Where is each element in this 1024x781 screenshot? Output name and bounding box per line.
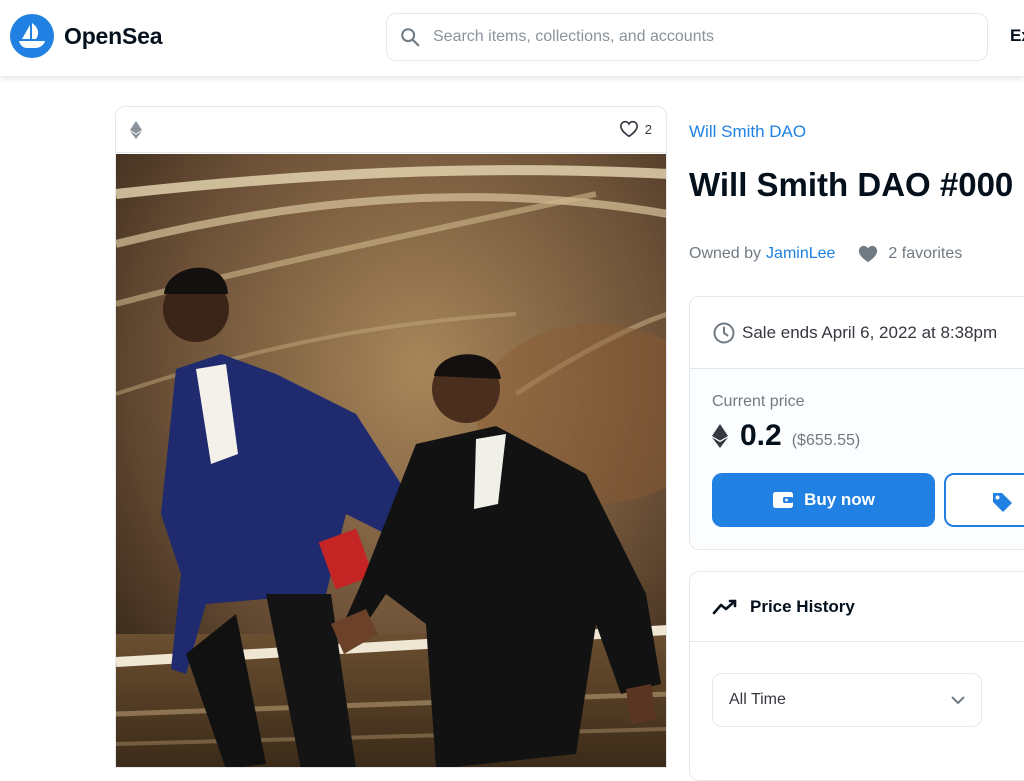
price-history-panel: Price History All Time <box>689 571 1024 781</box>
price-row: 0.2 ($655.55) <box>712 419 860 453</box>
nft-artwork-image[interactable] <box>116 154 667 768</box>
buy-now-button[interactable]: Buy now <box>712 473 935 527</box>
period-select-value: All Time <box>729 691 786 708</box>
clock-icon <box>713 322 735 343</box>
favorites-count-text: 2 favorites <box>888 245 963 262</box>
wallet-icon <box>773 492 794 508</box>
price-history-header[interactable]: Price History <box>690 572 1024 642</box>
item-image-card: 2 <box>115 106 667 768</box>
price-usd-value: ($655.55) <box>791 432 861 449</box>
owned-by-label: Owned by <box>689 245 762 262</box>
favorites-info: 2 favorites <box>857 244 962 264</box>
favorite-count: 2 <box>644 121 652 137</box>
card-top-bar: 2 <box>116 107 666 153</box>
opensea-logo-icon <box>10 14 54 58</box>
ethereum-price-icon <box>712 424 728 448</box>
tag-icon <box>993 493 1012 512</box>
sale-end-text: Sale ends April 6, 2022 at 8:38pm <box>742 322 998 342</box>
heart-outline-icon <box>619 120 638 138</box>
brand-name: OpenSea <box>64 22 163 49</box>
top-header: OpenSea Explore <box>0 0 1024 76</box>
price-eth-value: 0.2 <box>740 419 782 452</box>
nav-explore-link[interactable]: Explore <box>1010 26 1024 46</box>
price-history-title: Price History <box>750 596 855 616</box>
sale-panel: Sale ends April 6, 2022 at 8:38pm Curren… <box>689 296 1024 550</box>
heart-filled-icon <box>859 245 878 263</box>
favorite-toggle[interactable]: 2 <box>619 120 652 138</box>
period-select[interactable]: All Time <box>712 673 982 727</box>
owner-link[interactable]: JaminLee <box>766 245 835 263</box>
ethereum-icon <box>130 121 142 139</box>
buy-now-label: Buy now <box>804 490 875 509</box>
sale-end-row: Sale ends April 6, 2022 at 8:38pm <box>690 297 1024 369</box>
make-offer-button[interactable] <box>944 473 1024 527</box>
opensea-logo[interactable]: OpenSea <box>10 14 163 58</box>
collection-link[interactable]: Will Smith DAO <box>689 122 806 142</box>
search-bar[interactable] <box>386 13 988 61</box>
search-icon <box>401 28 420 47</box>
trend-line-icon <box>712 599 737 614</box>
search-input[interactable] <box>433 28 973 46</box>
item-title: Will Smith DAO #000 <box>689 166 1014 203</box>
chevron-down-icon <box>951 696 965 704</box>
current-price-label: Current price <box>712 393 805 410</box>
owner-row: Owned by JaminLee 2 favorites <box>689 244 962 264</box>
price-section: Current price 0.2 ($655.55) Buy now <box>690 369 1024 549</box>
